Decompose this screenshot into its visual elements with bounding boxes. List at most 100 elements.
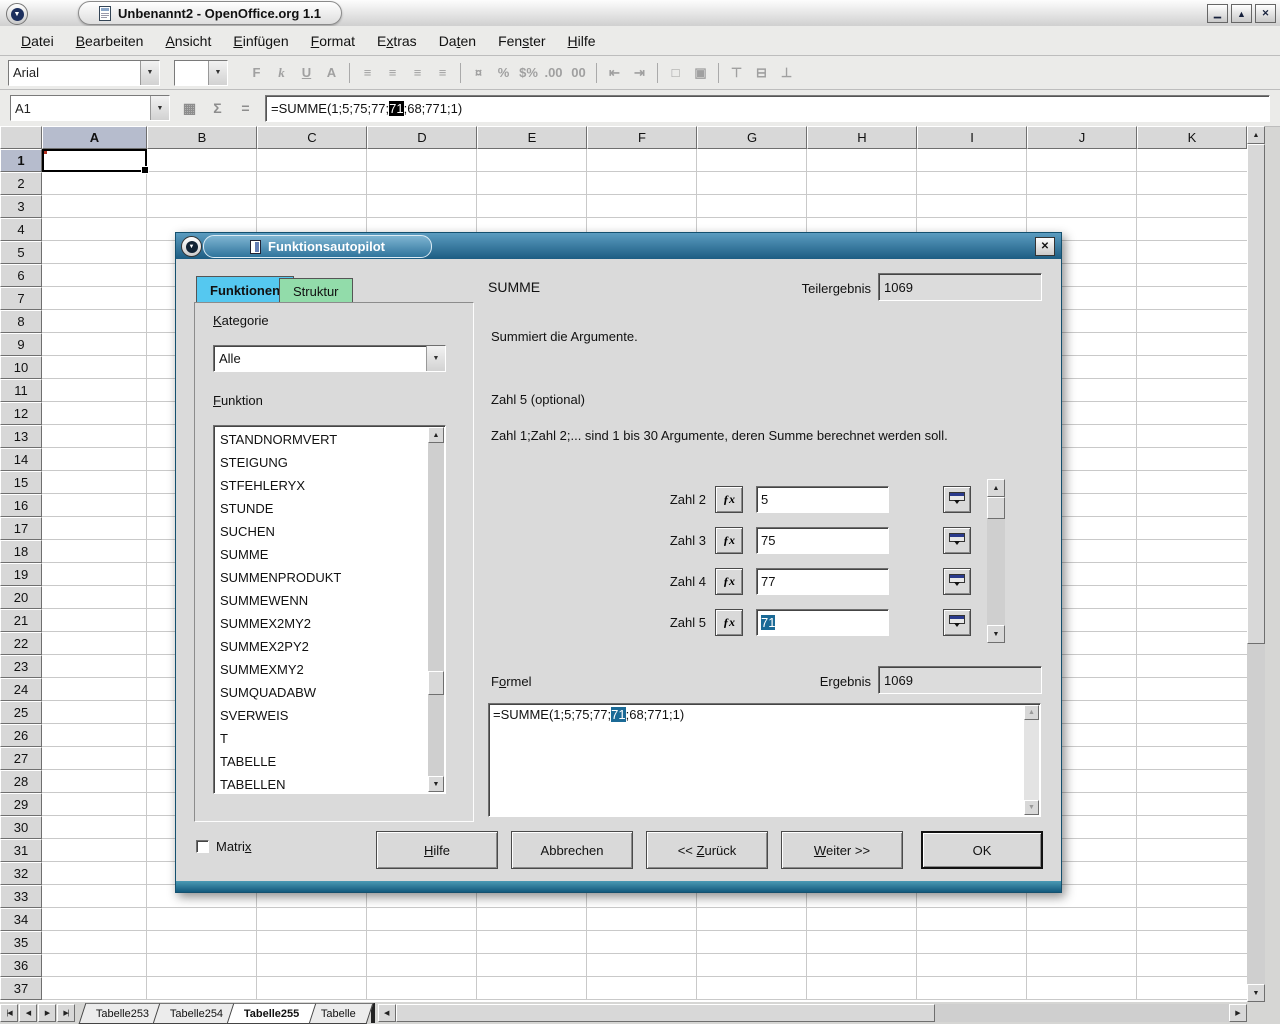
function-list-item[interactable]: SUMMEX2PY2 [216, 635, 427, 658]
scroll-down-icon[interactable]: ▼ [1247, 984, 1265, 1002]
row-header-26[interactable]: 26 [0, 724, 42, 747]
dialog-close-icon[interactable]: ✕ [1035, 237, 1055, 256]
row-header-21[interactable]: 21 [0, 609, 42, 632]
row-header-36[interactable]: 36 [0, 954, 42, 977]
font-size-input[interactable] [175, 61, 208, 85]
previous-sheet-button[interactable]: ◀ [19, 1004, 37, 1022]
menu-datei[interactable]: Datei [10, 29, 65, 53]
formula-scroll-down-icon[interactable]: ▼ [1024, 800, 1039, 815]
argument-input[interactable]: 5 [756, 486, 889, 513]
fx-button[interactable]: ƒx [715, 609, 743, 636]
column-header-h[interactable]: H [807, 126, 917, 149]
matrix-checkbox[interactable] [196, 840, 209, 853]
row-header-27[interactable]: 27 [0, 747, 42, 770]
function-list-item[interactable]: SUMMENPRODUKT [216, 566, 427, 589]
function-list-item[interactable]: T [216, 727, 427, 750]
shrink-button[interactable] [943, 609, 971, 636]
function-list-item[interactable]: SUMMEXMY2 [216, 658, 427, 681]
fx-button[interactable]: ƒx [715, 527, 743, 554]
function-list-item[interactable]: SUMQUADABW [216, 681, 427, 704]
fx-button[interactable]: ƒx [715, 568, 743, 595]
function-list-item[interactable]: SUCHEN [216, 520, 427, 543]
row-header-15[interactable]: 15 [0, 471, 42, 494]
row-header-34[interactable]: 34 [0, 908, 42, 931]
function-list-item[interactable]: SUMMEWENN [216, 589, 427, 612]
align-bottom-icon[interactable]: ⊥ [774, 61, 799, 85]
column-header-f[interactable]: F [587, 126, 697, 149]
row-header-29[interactable]: 29 [0, 793, 42, 816]
cell-reference-box[interactable]: ▼ [10, 95, 170, 121]
menu-format[interactable]: Format [300, 29, 366, 53]
row-header-1[interactable]: 1 [0, 149, 42, 172]
row-header-25[interactable]: 25 [0, 701, 42, 724]
row-header-14[interactable]: 14 [0, 448, 42, 471]
font-name-input[interactable] [9, 61, 140, 85]
menu-ansicht[interactable]: Ansicht [154, 29, 222, 53]
function-list-item[interactable]: STFEHLERYX [216, 474, 427, 497]
row-header-35[interactable]: 35 [0, 931, 42, 954]
hilfe-button[interactable]: Hilfe [376, 831, 498, 869]
row-header-13[interactable]: 13 [0, 425, 42, 448]
row-header-11[interactable]: 11 [0, 379, 42, 402]
cell-reference-dropdown-icon[interactable]: ▼ [150, 96, 169, 120]
row-header-23[interactable]: 23 [0, 655, 42, 678]
menu-extras[interactable]: Extras [366, 29, 428, 53]
list-scrollbar-thumb[interactable] [428, 671, 444, 695]
row-header-32[interactable]: 32 [0, 862, 42, 885]
menu-bearbeiten[interactable]: Bearbeiten [65, 29, 155, 53]
window-title-pill[interactable]: Unbenannt2 - OpenOffice.org 1.1 [78, 1, 342, 25]
row-header-19[interactable]: 19 [0, 563, 42, 586]
background-color-icon[interactable]: ▣ [688, 61, 713, 85]
font-size-combo[interactable]: ▼ [174, 60, 228, 86]
menu-hilfe[interactable]: Hilfe [557, 29, 607, 53]
function-list-item[interactable]: STUNDE [216, 497, 427, 520]
column-header-a[interactable]: A [42, 126, 147, 149]
row-header-5[interactable]: 5 [0, 241, 42, 264]
function-autopilot-icon[interactable]: ▦ [177, 97, 202, 119]
maximize-button[interactable]: ▲ [1231, 4, 1252, 23]
shrink-button[interactable] [943, 568, 971, 595]
align-center-icon[interactable]: ≡ [380, 61, 405, 85]
column-header-c[interactable]: C [257, 126, 367, 149]
scroll-right-icon[interactable]: ▶ [1229, 1004, 1247, 1022]
row-header-30[interactable]: 30 [0, 816, 42, 839]
function-list-item[interactable]: STEIGUNG [216, 451, 427, 474]
fx-button[interactable]: ƒx [715, 486, 743, 513]
column-header-e[interactable]: E [477, 126, 587, 149]
row-header-24[interactable]: 24 [0, 678, 42, 701]
row-header-37[interactable]: 37 [0, 977, 42, 1000]
list-scroll-down-icon[interactable]: ▼ [428, 776, 444, 792]
row-header-12[interactable]: 12 [0, 402, 42, 425]
zurück-button[interactable]: << Zurück [646, 831, 768, 869]
sheet-tab-tabelle255[interactable]: Tabelle255 [227, 1003, 317, 1024]
align-left-icon[interactable]: ≡ [355, 61, 380, 85]
selected-cell-a1[interactable] [42, 149, 147, 172]
abbrechen-button[interactable]: Abbrechen [511, 831, 633, 869]
function-list-item[interactable]: SUMME [216, 543, 427, 566]
formula-scroll-up-icon[interactable]: ▲ [1024, 705, 1039, 720]
row-header-4[interactable]: 4 [0, 218, 42, 241]
category-dropdown-icon[interactable]: ▼ [426, 346, 445, 371]
font-size-dropdown-icon[interactable]: ▼ [208, 61, 227, 85]
row-header-33[interactable]: 33 [0, 885, 42, 908]
close-button[interactable]: ✕ [1255, 4, 1276, 23]
argument-scrollbar-thumb[interactable] [987, 497, 1005, 519]
add-decimal-icon[interactable]: .00 [541, 61, 566, 85]
row-header-17[interactable]: 17 [0, 517, 42, 540]
standard-format-icon[interactable]: $% [516, 61, 541, 85]
function-list-item[interactable]: STANDNORMVERT [216, 428, 427, 451]
percent-format-icon[interactable]: % [491, 61, 516, 85]
menu-einfügen[interactable]: Einfügen [222, 29, 299, 53]
argument-input[interactable]: 71 [756, 609, 889, 636]
shrink-button[interactable] [943, 527, 971, 554]
increase-indent-icon[interactable]: ⇥ [627, 61, 652, 85]
row-header-9[interactable]: 9 [0, 333, 42, 356]
argument-input[interactable]: 75 [756, 527, 889, 554]
ok-button[interactable]: OK [921, 831, 1043, 869]
shrink-button[interactable] [943, 486, 971, 513]
row-header-6[interactable]: 6 [0, 264, 42, 287]
align-justify-icon[interactable]: ≡ [430, 61, 455, 85]
sum-icon[interactable]: Σ [205, 97, 230, 119]
horizontal-scrollbar[interactable]: ◀ ▶ [378, 1004, 1247, 1022]
function-list-item[interactable]: TABELLE [216, 750, 427, 773]
